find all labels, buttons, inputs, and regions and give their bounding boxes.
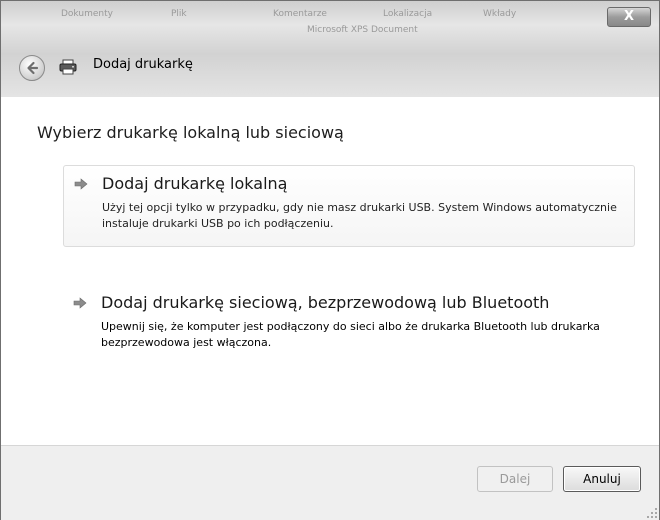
close-button[interactable]: X (607, 7, 651, 27)
close-icon: X (623, 9, 635, 24)
option-title: Dodaj drukarkę lokalną (102, 174, 288, 193)
back-button[interactable] (19, 55, 45, 81)
green-arrow-icon (73, 297, 87, 309)
window-title: Dodaj drukarkę (93, 57, 193, 72)
option-title: Dodaj drukarkę sieciową, bezprzewodową l… (101, 293, 550, 312)
content-area: Wybierz drukarkę lokalną lub sieciową Do… (1, 97, 659, 445)
option-description: Użyj tej opcji tylko w przypadku, gdy ni… (102, 201, 617, 230)
next-button[interactable]: Dalej (477, 466, 553, 492)
dialog-footer: Dalej Anuluj (1, 445, 659, 520)
page-heading: Wybierz drukarkę lokalną lub sieciową (37, 123, 344, 142)
add-printer-dialog: Dokumenty Plik Komentarze Lokalizacja Wk… (0, 0, 660, 520)
background-tab: Lokalizacja (383, 9, 433, 19)
green-arrow-icon (74, 178, 88, 190)
printer-icon (59, 59, 77, 75)
background-tab: Plik (171, 9, 187, 19)
option-add-network-printer[interactable]: Dodaj drukarkę sieciową, bezprzewodową l… (63, 285, 633, 365)
back-arrow-icon (27, 61, 39, 75)
background-tab: Komentarze (273, 9, 327, 19)
resize-grip-icon[interactable] (645, 506, 659, 520)
cancel-button[interactable]: Anuluj (563, 466, 641, 492)
title-bar: Dokumenty Plik Komentarze Lokalizacja Wk… (1, 1, 659, 98)
background-tab: Dokumenty (61, 9, 113, 19)
background-subtitle: Microsoft XPS Document (307, 25, 418, 35)
option-description: Upewnij się, że komputer jest podłączony… (101, 320, 600, 349)
option-add-local-printer[interactable]: Dodaj drukarkę lokalną Użyj tej opcji ty… (63, 165, 635, 247)
background-tab: Wkłady (483, 9, 517, 19)
